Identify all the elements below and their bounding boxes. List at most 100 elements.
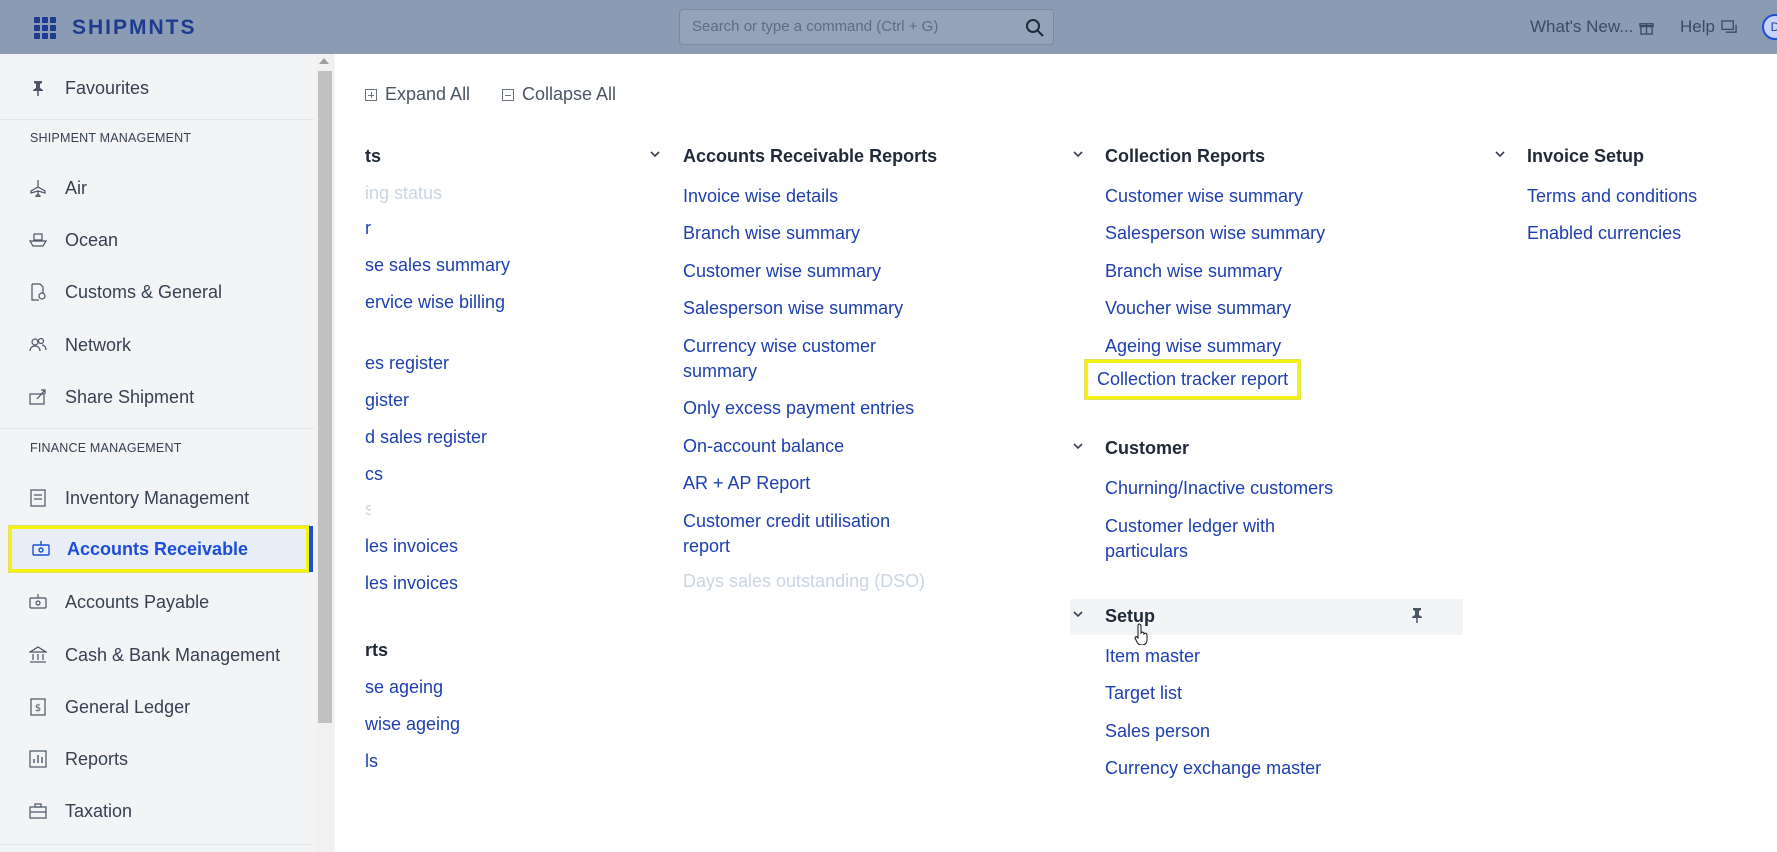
report-link[interactable]: ervice wise billing bbox=[365, 290, 505, 315]
report-link[interactable]: ing status bbox=[365, 181, 442, 206]
report-link[interactable]: Invoice wise details bbox=[683, 184, 838, 209]
report-link[interactable]: Customer credit utilisation report bbox=[683, 509, 908, 559]
scrollbar-thumb[interactable] bbox=[318, 71, 332, 723]
report-link[interactable]: Salesperson wise summary bbox=[683, 296, 903, 321]
search-input[interactable] bbox=[692, 18, 1012, 35]
section-title-collection-reports[interactable]: Collection Reports bbox=[1105, 146, 1265, 167]
collapse-all-button[interactable]: Collapse All bbox=[502, 84, 616, 105]
sidebar-item-label: Favourites bbox=[65, 77, 150, 98]
sidebar-item-label: Ocean bbox=[65, 229, 119, 250]
report-link[interactable]: Customer ledger with particulars bbox=[1105, 514, 1325, 564]
report-link[interactable]: Customer wise summary bbox=[1105, 184, 1303, 209]
report-link[interactable]: Sales person bbox=[1105, 719, 1210, 744]
chevron-down-icon[interactable] bbox=[1072, 608, 1084, 620]
report-link[interactable]: se ageing bbox=[365, 675, 443, 700]
report-link[interactable]: Currency exchange master bbox=[1105, 756, 1321, 781]
sidebar-item-air[interactable]: Air bbox=[0, 165, 314, 211]
report-link[interactable]: wise ageing bbox=[365, 712, 460, 737]
section-title-invoice-setup[interactable]: Invoice Setup bbox=[1527, 146, 1644, 167]
receivable-icon bbox=[32, 540, 50, 558]
user-avatar[interactable]: D bbox=[1762, 14, 1777, 40]
report-link[interactable]: Enabled currencies bbox=[1527, 221, 1681, 246]
report-link[interactable]: se sales summary bbox=[365, 253, 510, 278]
sidebar-item-label: Reports bbox=[65, 748, 129, 769]
report-link[interactable]: r bbox=[365, 216, 371, 241]
report-link[interactable]: Branch wise summary bbox=[1105, 259, 1282, 284]
report-link[interactable]: Ageing wise summary bbox=[1105, 334, 1281, 359]
sidebar-item-reports[interactable]: Reports bbox=[0, 736, 314, 782]
whats-new-button[interactable]: What's New... bbox=[1530, 17, 1655, 37]
report-link[interactable]: Item master bbox=[1105, 644, 1200, 669]
report-link[interactable]: les invoices bbox=[365, 534, 458, 559]
report-link[interactable]: Days sales outstanding (DSO) bbox=[683, 569, 925, 594]
report-link[interactable]: Voucher wise summary bbox=[1105, 296, 1291, 321]
section-heading-finance: FINANCE MANAGEMENT bbox=[30, 441, 182, 455]
search-icon[interactable] bbox=[1025, 18, 1045, 38]
help-button[interactable]: Help bbox=[1680, 17, 1738, 37]
expand-all-label: Expand All bbox=[385, 84, 471, 104]
search-box[interactable] bbox=[679, 9, 1054, 45]
report-link[interactable]: Terms and conditions bbox=[1527, 184, 1697, 209]
report-link[interactable]: AR + AP Report bbox=[683, 471, 810, 496]
reports-icon bbox=[29, 750, 47, 768]
pin-icon[interactable] bbox=[1410, 607, 1424, 628]
sidebar-item-ocean[interactable]: Ocean bbox=[0, 217, 314, 263]
ledger-icon: $ bbox=[29, 698, 47, 716]
report-link[interactable]: Currency wise customer summary bbox=[683, 334, 908, 384]
sidebar-item-label: Accounts Payable bbox=[65, 591, 210, 612]
chevron-down-icon[interactable] bbox=[1072, 440, 1084, 452]
report-link[interactable]: Salesperson wise summary bbox=[1105, 221, 1325, 246]
collapse-all-label: Collapse All bbox=[522, 84, 617, 104]
section-title-ar-reports[interactable]: Accounts Receivable Reports bbox=[683, 146, 937, 167]
chevron-down-icon[interactable] bbox=[1494, 148, 1506, 160]
bank-icon bbox=[29, 646, 47, 664]
sidebar-item-label: General Ledger bbox=[65, 696, 191, 717]
sidebar-item-general-ledger[interactable]: $ General Ledger bbox=[0, 684, 314, 730]
report-link[interactable]: Only excess payment entries bbox=[683, 396, 914, 421]
top-bar: SHIPMNTS What's New... Help D bbox=[0, 0, 1777, 54]
scroll-up-arrow-icon[interactable] bbox=[319, 58, 329, 64]
report-link[interactable]: Branch wise summary bbox=[683, 221, 860, 246]
brand-logo[interactable]: SHIPMNTS bbox=[72, 16, 197, 40]
collection-tracker-report-link[interactable]: Collection tracker report bbox=[1085, 360, 1301, 399]
sidebar-item-label: Network bbox=[65, 334, 132, 355]
report-link[interactable]: Churning/Inactive customers bbox=[1105, 476, 1333, 501]
expand-icon bbox=[365, 88, 377, 101]
report-link[interactable]: es register bbox=[365, 351, 449, 376]
report-link[interactable]: ls bbox=[365, 749, 378, 774]
sidebar-item-inventory[interactable]: Inventory Management bbox=[0, 475, 314, 521]
section-title-customer[interactable]: Customer bbox=[1105, 438, 1189, 459]
report-link[interactable]: On-account balance bbox=[683, 434, 844, 459]
chevron-down-icon[interactable] bbox=[649, 148, 661, 160]
sidebar-item-accounts-receivable[interactable]: Accounts Receivable bbox=[9, 526, 309, 572]
users-icon bbox=[29, 336, 47, 354]
sidebar-item-accounts-payable[interactable]: Accounts Payable bbox=[0, 579, 314, 625]
sidebar-item-label: Cash & Bank Management bbox=[65, 644, 281, 665]
sidebar-item-label: Inventory Management bbox=[65, 487, 250, 508]
section-title-partial: rts bbox=[365, 640, 389, 660]
sidebar-item-taxation[interactable]: Taxation bbox=[0, 788, 314, 834]
sidebar: Favourites SHIPMENT MANAGEMENT Air Ocean… bbox=[0, 54, 335, 852]
sidebar-item-label: Customs & General bbox=[65, 281, 223, 302]
report-link[interactable]: s bbox=[365, 497, 371, 522]
ship-icon bbox=[29, 231, 47, 249]
app-grid-icon[interactable] bbox=[34, 17, 56, 39]
sidebar-item-label: Share Shipment bbox=[65, 386, 195, 407]
chevron-down-icon[interactable] bbox=[1072, 148, 1084, 160]
report-link[interactable]: les invoices bbox=[365, 571, 458, 596]
report-link[interactable]: cs bbox=[365, 462, 383, 487]
expand-all-button[interactable]: Expand All bbox=[365, 84, 470, 105]
sidebar-item-favourites[interactable]: Favourites bbox=[0, 65, 314, 111]
section-heading-shipment: SHIPMENT MANAGEMENT bbox=[30, 131, 192, 145]
report-link[interactable]: d sales register bbox=[365, 425, 487, 450]
sidebar-item-share-shipment[interactable]: Share Shipment bbox=[0, 374, 314, 420]
taxation-icon bbox=[29, 802, 47, 820]
sidebar-item-cash-bank[interactable]: Cash & Bank Management bbox=[0, 632, 314, 678]
report-link[interactable]: Customer wise summary bbox=[683, 259, 881, 284]
svg-text:$: $ bbox=[35, 703, 41, 714]
report-link[interactable]: gister bbox=[365, 388, 409, 413]
report-link[interactable]: Target list bbox=[1105, 681, 1182, 706]
sidebar-item-network[interactable]: Network bbox=[0, 322, 314, 368]
hand-cursor-icon bbox=[1134, 623, 1148, 645]
sidebar-item-customs[interactable]: Customs & General bbox=[0, 269, 314, 315]
